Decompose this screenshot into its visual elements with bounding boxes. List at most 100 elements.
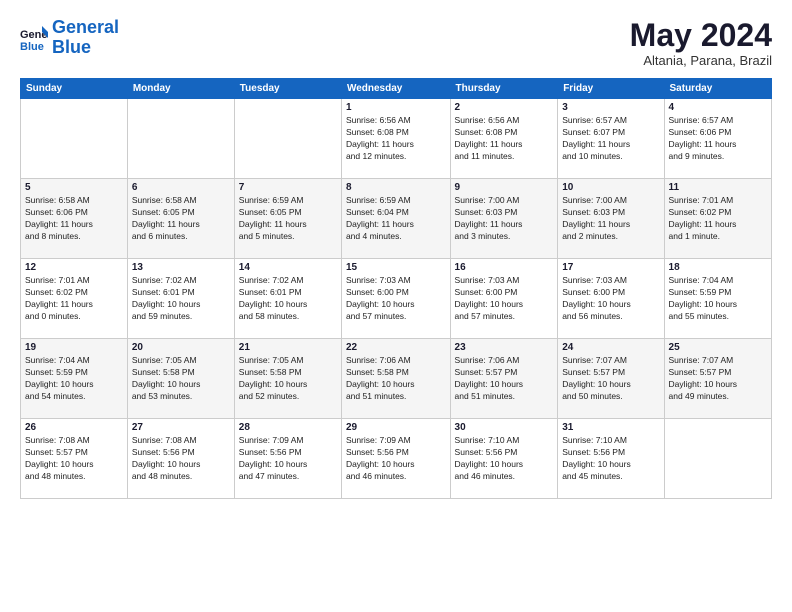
col-tuesday: Tuesday	[234, 79, 341, 99]
calendar-table: Sunday Monday Tuesday Wednesday Thursday…	[20, 78, 772, 499]
location-subtitle: Altania, Parana, Brazil	[630, 53, 772, 68]
day-info: Sunrise: 7:09 AM Sunset: 5:56 PM Dayligh…	[239, 435, 337, 483]
day-number: 30	[455, 422, 554, 433]
day-info: Sunrise: 7:08 AM Sunset: 5:57 PM Dayligh…	[25, 435, 123, 483]
day-info: Sunrise: 7:00 AM Sunset: 6:03 PM Dayligh…	[562, 195, 659, 243]
day-info: Sunrise: 7:06 AM Sunset: 5:58 PM Dayligh…	[346, 355, 446, 403]
table-row: 29 Sunrise: 7:09 AM Sunset: 5:56 PM Dayli…	[341, 419, 450, 499]
table-row: 25 Sunrise: 7:07 AM Sunset: 5:57 PM Dayli…	[664, 339, 771, 419]
header: General Blue GeneralBlue May 2024 Altani…	[20, 18, 772, 68]
day-info: Sunrise: 6:57 AM Sunset: 6:07 PM Dayligh…	[562, 115, 659, 163]
day-number: 16	[455, 262, 554, 273]
day-number: 27	[132, 422, 230, 433]
table-row	[234, 99, 341, 179]
day-info: Sunrise: 7:04 AM Sunset: 5:59 PM Dayligh…	[25, 355, 123, 403]
calendar-week-2: 5Sunrise: 6:58 AM Sunset: 6:06 PM Daylig…	[21, 179, 772, 259]
table-row: 15 Sunrise: 7:03 AM Sunset: 6:00 PM Dayli…	[341, 259, 450, 339]
day-info: Sunrise: 6:57 AM Sunset: 6:06 PM Dayligh…	[669, 115, 767, 163]
day-number: 31	[562, 422, 659, 433]
day-info: Sunrise: 6:56 AM Sunset: 6:08 PM Dayligh…	[455, 115, 554, 163]
table-row	[127, 99, 234, 179]
table-row: 20Sunrise: 7:05 AM Sunset: 5:58 PM Dayli…	[127, 339, 234, 419]
table-row: 18 Sunrise: 7:04 AM Sunset: 5:59 PM Dayli…	[664, 259, 771, 339]
calendar-week-3: 12Sunrise: 7:01 AM Sunset: 6:02 PM Dayli…	[21, 259, 772, 339]
col-thursday: Thursday	[450, 79, 558, 99]
table-row: 23 Sunrise: 7:06 AM Sunset: 5:57 PM Dayli…	[450, 339, 558, 419]
day-number: 4	[669, 102, 767, 113]
day-number: 24	[562, 342, 659, 353]
table-row: 10 Sunrise: 7:00 AM Sunset: 6:03 PM Dayli…	[558, 179, 664, 259]
day-number: 5	[25, 182, 123, 193]
col-friday: Friday	[558, 79, 664, 99]
day-number: 12	[25, 262, 123, 273]
table-row: 16 Sunrise: 7:03 AM Sunset: 6:00 PM Dayli…	[450, 259, 558, 339]
day-number: 26	[25, 422, 123, 433]
day-info: Sunrise: 6:56 AM Sunset: 6:08 PM Dayligh…	[346, 115, 446, 163]
col-monday: Monday	[127, 79, 234, 99]
day-number: 22	[346, 342, 446, 353]
table-row: 6 Sunrise: 6:58 AM Sunset: 6:05 PM Daylig…	[127, 179, 234, 259]
col-wednesday: Wednesday	[341, 79, 450, 99]
title-block: May 2024 Altania, Parana, Brazil	[630, 18, 772, 68]
day-info: Sunrise: 7:04 AM Sunset: 5:59 PM Dayligh…	[669, 275, 767, 323]
table-row: 26 Sunrise: 7:08 AM Sunset: 5:57 PM Dayli…	[21, 419, 128, 499]
day-number: 18	[669, 262, 767, 273]
day-info: Sunrise: 7:03 AM Sunset: 6:00 PM Dayligh…	[562, 275, 659, 323]
day-info: Sunrise: 7:07 AM Sunset: 5:57 PM Dayligh…	[669, 355, 767, 403]
day-info: Sunrise: 7:03 AM Sunset: 6:00 PM Dayligh…	[455, 275, 554, 323]
day-info: Sunrise: 7:09 AM Sunset: 5:56 PM Dayligh…	[346, 435, 446, 483]
day-info: Sunrise: 7:07 AM Sunset: 5:57 PM Dayligh…	[562, 355, 659, 403]
table-row: 9 Sunrise: 7:00 AM Sunset: 6:03 PM Daylig…	[450, 179, 558, 259]
calendar-week-1: 1 Sunrise: 6:56 AM Sunset: 6:08 PM Daylig…	[21, 99, 772, 179]
day-number: 13	[132, 262, 230, 273]
day-info: Sunrise: 7:10 AM Sunset: 5:56 PM Dayligh…	[562, 435, 659, 483]
day-number: 11	[669, 182, 767, 193]
day-info: Sunrise: 7:08 AM Sunset: 5:56 PM Dayligh…	[132, 435, 230, 483]
table-row: 7Sunrise: 6:59 AM Sunset: 6:05 PM Daylig…	[234, 179, 341, 259]
day-info: Sunrise: 7:02 AM Sunset: 6:01 PM Dayligh…	[132, 275, 230, 323]
day-info: Sunrise: 6:58 AM Sunset: 6:05 PM Dayligh…	[132, 195, 230, 243]
table-row: 14Sunrise: 7:02 AM Sunset: 6:01 PM Dayli…	[234, 259, 341, 339]
day-number: 15	[346, 262, 446, 273]
day-number: 25	[669, 342, 767, 353]
day-number: 29	[346, 422, 446, 433]
table-row: 21Sunrise: 7:05 AM Sunset: 5:58 PM Dayli…	[234, 339, 341, 419]
col-sunday: Sunday	[21, 79, 128, 99]
logo: General Blue GeneralBlue	[20, 18, 119, 58]
table-row: 28 Sunrise: 7:09 AM Sunset: 5:56 PM Dayli…	[234, 419, 341, 499]
table-row: 30 Sunrise: 7:10 AM Sunset: 5:56 PM Dayli…	[450, 419, 558, 499]
day-number: 10	[562, 182, 659, 193]
table-row: 13 Sunrise: 7:02 AM Sunset: 6:01 PM Dayli…	[127, 259, 234, 339]
day-number: 9	[455, 182, 554, 193]
table-row: 2Sunrise: 6:56 AM Sunset: 6:08 PM Daylig…	[450, 99, 558, 179]
svg-text:Blue: Blue	[20, 41, 44, 52]
day-number: 6	[132, 182, 230, 193]
day-info: Sunrise: 7:05 AM Sunset: 5:58 PM Dayligh…	[132, 355, 230, 403]
day-number: 1	[346, 102, 446, 113]
day-info: Sunrise: 7:00 AM Sunset: 6:03 PM Dayligh…	[455, 195, 554, 243]
logo-icon: General Blue	[20, 24, 48, 52]
day-number: 17	[562, 262, 659, 273]
day-info: Sunrise: 7:10 AM Sunset: 5:56 PM Dayligh…	[455, 435, 554, 483]
logo-text: GeneralBlue	[52, 18, 119, 58]
day-number: 8	[346, 182, 446, 193]
table-row	[21, 99, 128, 179]
table-row: 4 Sunrise: 6:57 AM Sunset: 6:06 PM Daylig…	[664, 99, 771, 179]
day-info: Sunrise: 6:59 AM Sunset: 6:05 PM Dayligh…	[239, 195, 337, 243]
day-info: Sunrise: 7:06 AM Sunset: 5:57 PM Dayligh…	[455, 355, 554, 403]
day-info: Sunrise: 7:03 AM Sunset: 6:00 PM Dayligh…	[346, 275, 446, 323]
day-info: Sunrise: 7:02 AM Sunset: 6:01 PM Dayligh…	[239, 275, 337, 323]
table-row: 31 Sunrise: 7:10 AM Sunset: 5:56 PM Dayli…	[558, 419, 664, 499]
col-saturday: Saturday	[664, 79, 771, 99]
month-title: May 2024	[630, 18, 772, 53]
calendar-week-4: 19 Sunrise: 7:04 AM Sunset: 5:59 PM Dayli…	[21, 339, 772, 419]
day-info: Sunrise: 7:05 AM Sunset: 5:58 PM Dayligh…	[239, 355, 337, 403]
table-row: 11Sunrise: 7:01 AM Sunset: 6:02 PM Dayli…	[664, 179, 771, 259]
table-row: 12Sunrise: 7:01 AM Sunset: 6:02 PM Dayli…	[21, 259, 128, 339]
table-row: 27 Sunrise: 7:08 AM Sunset: 5:56 PM Dayli…	[127, 419, 234, 499]
table-row	[664, 419, 771, 499]
day-number: 28	[239, 422, 337, 433]
day-number: 23	[455, 342, 554, 353]
calendar-header-row: Sunday Monday Tuesday Wednesday Thursday…	[21, 79, 772, 99]
day-number: 19	[25, 342, 123, 353]
